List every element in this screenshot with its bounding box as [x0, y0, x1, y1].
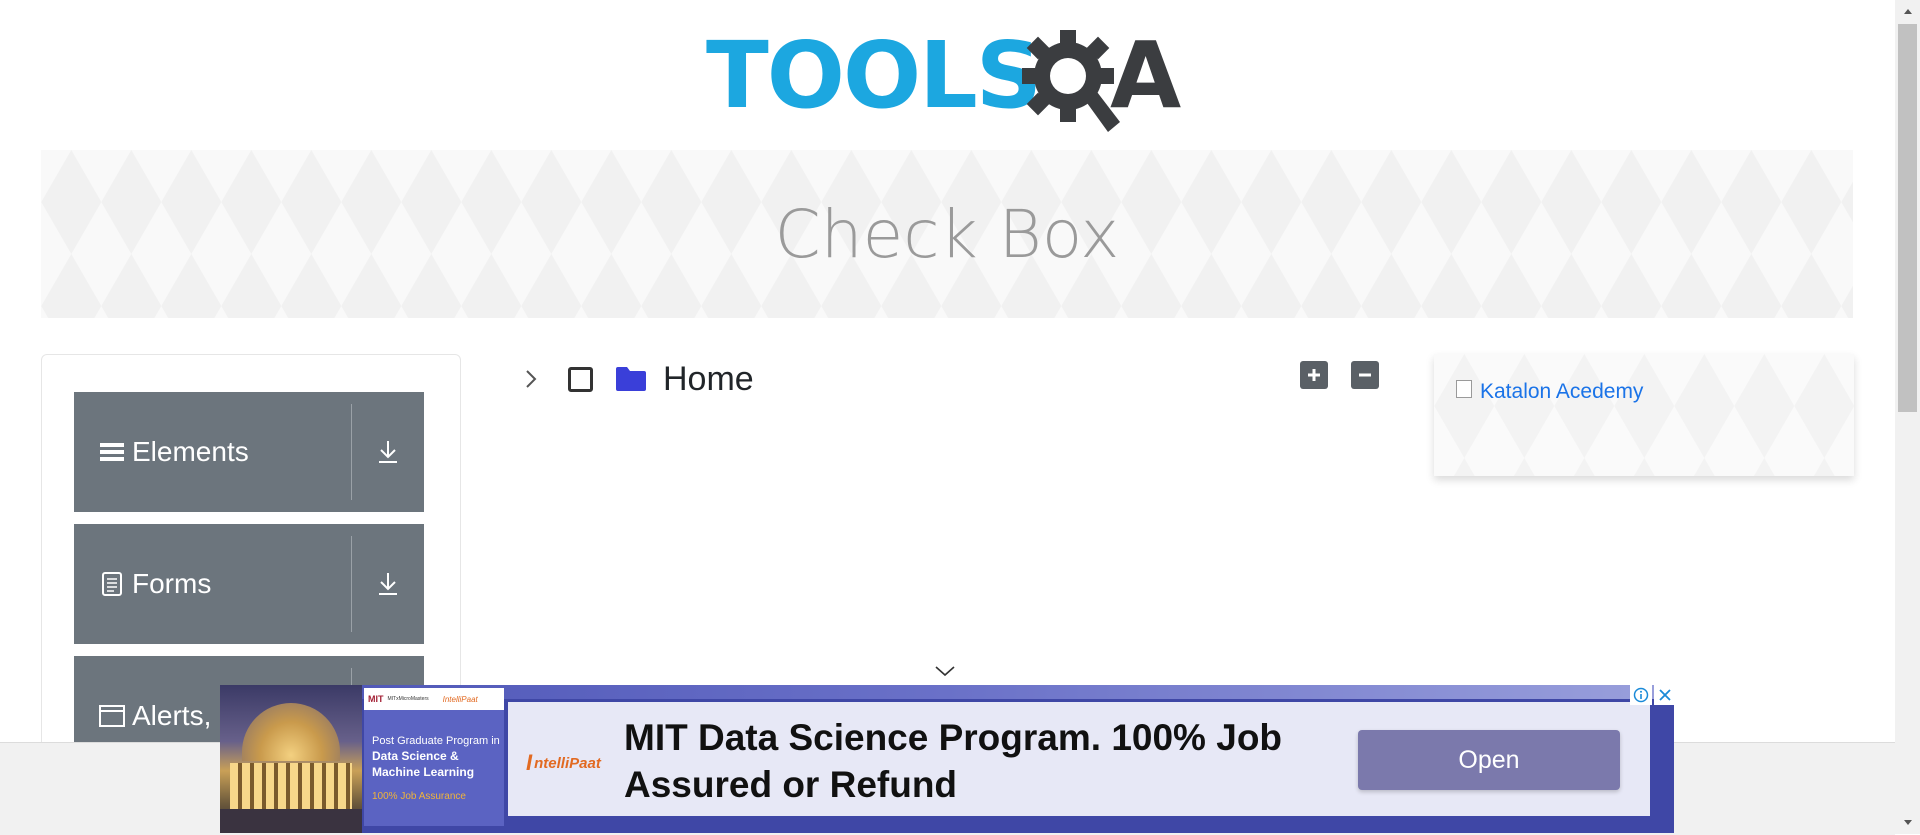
group-forms[interactable]: Forms	[74, 524, 424, 644]
chevron-right-icon[interactable]	[516, 364, 546, 394]
chevron-down-icon[interactable]	[934, 664, 956, 678]
page-header: TOOLS A	[0, 0, 1895, 148]
ad-card-line: Machine Learning	[372, 765, 475, 779]
collapse-all-button[interactable]	[1351, 361, 1379, 389]
right-ad-panel: Katalon Acedemy	[1434, 354, 1854, 476]
page-title: Check Box	[774, 195, 1120, 273]
tree-node-home: Home	[516, 356, 754, 402]
steps-shape	[220, 809, 362, 833]
logo-text: TOOLS	[706, 22, 1042, 129]
scrollbar-thumb[interactable]	[1898, 24, 1917, 412]
ad-headline: MIT Data Science Program. 100% Job Assur…	[624, 717, 1283, 805]
folder-icon	[616, 367, 646, 391]
intellipaat-logo: I ntelliPaat	[526, 750, 601, 776]
bottom-ad-banner[interactable]: MIT MITxMicroMasters IntelliPaat Post Gr…	[220, 685, 1674, 833]
broken-image-icon	[1456, 380, 1472, 398]
plus-icon	[1308, 369, 1320, 381]
toolsqa-logo[interactable]: TOOLS A	[706, 20, 1192, 138]
ad-card: MIT MITxMicroMasters IntelliPaat Post Gr…	[364, 688, 504, 826]
ad-card-text: Post Graduate Program in Data Science & …	[372, 734, 500, 781]
group-elements[interactable]: Elements	[74, 392, 424, 512]
window-icon	[98, 702, 126, 730]
minus-icon	[1359, 373, 1371, 377]
scroll-down-icon[interactable]	[1895, 812, 1920, 834]
group-label: Elements	[132, 436, 249, 467]
colonnade-shape	[230, 763, 352, 809]
ad-main: I ntelliPaat MIT Data Science Program. 1…	[508, 702, 1650, 816]
ad-photo	[220, 685, 362, 833]
expand-all-button[interactable]	[1300, 361, 1328, 389]
mit-sub-logo: MITxMicroMasters	[387, 696, 429, 702]
mit-logo: MIT	[368, 694, 384, 704]
ad-card-line: Data Science &	[372, 749, 459, 763]
menu-icon	[98, 438, 126, 466]
ad-close-icon[interactable]	[1654, 685, 1674, 705]
ad-card-logos: MIT MITxMicroMasters IntelliPaat	[364, 688, 504, 710]
ad-open-button[interactable]: Open	[1358, 730, 1620, 790]
ad-info-icon[interactable]	[1630, 685, 1652, 705]
download-icon[interactable]	[352, 392, 424, 512]
brand-mark: I	[526, 750, 533, 775]
image-alt-text: Katalon Acedemy	[1480, 380, 1644, 403]
intellipaat-small-logo: IntelliPaat	[442, 694, 478, 704]
document-icon	[98, 570, 126, 598]
tree-node-label[interactable]: Home	[663, 360, 754, 399]
katalon-ad-link[interactable]: Katalon Acedemy	[1456, 380, 1643, 404]
dome-shape	[242, 703, 340, 761]
download-icon[interactable]	[352, 524, 424, 644]
ad-card-line: Post Graduate Program in	[372, 735, 500, 747]
scroll-up-icon[interactable]	[1895, 0, 1920, 22]
page-banner: Check Box	[41, 150, 1853, 318]
ad-card-sub: 100% Job Assurance	[372, 791, 466, 802]
brand-text: ntelliPaat	[534, 754, 601, 772]
group-label: Forms	[132, 568, 212, 599]
home-checkbox[interactable]	[568, 366, 593, 392]
vertical-scrollbar[interactable]	[1895, 0, 1920, 834]
logo-letter-a: A	[1110, 22, 1182, 129]
gear-icon	[1022, 30, 1120, 132]
